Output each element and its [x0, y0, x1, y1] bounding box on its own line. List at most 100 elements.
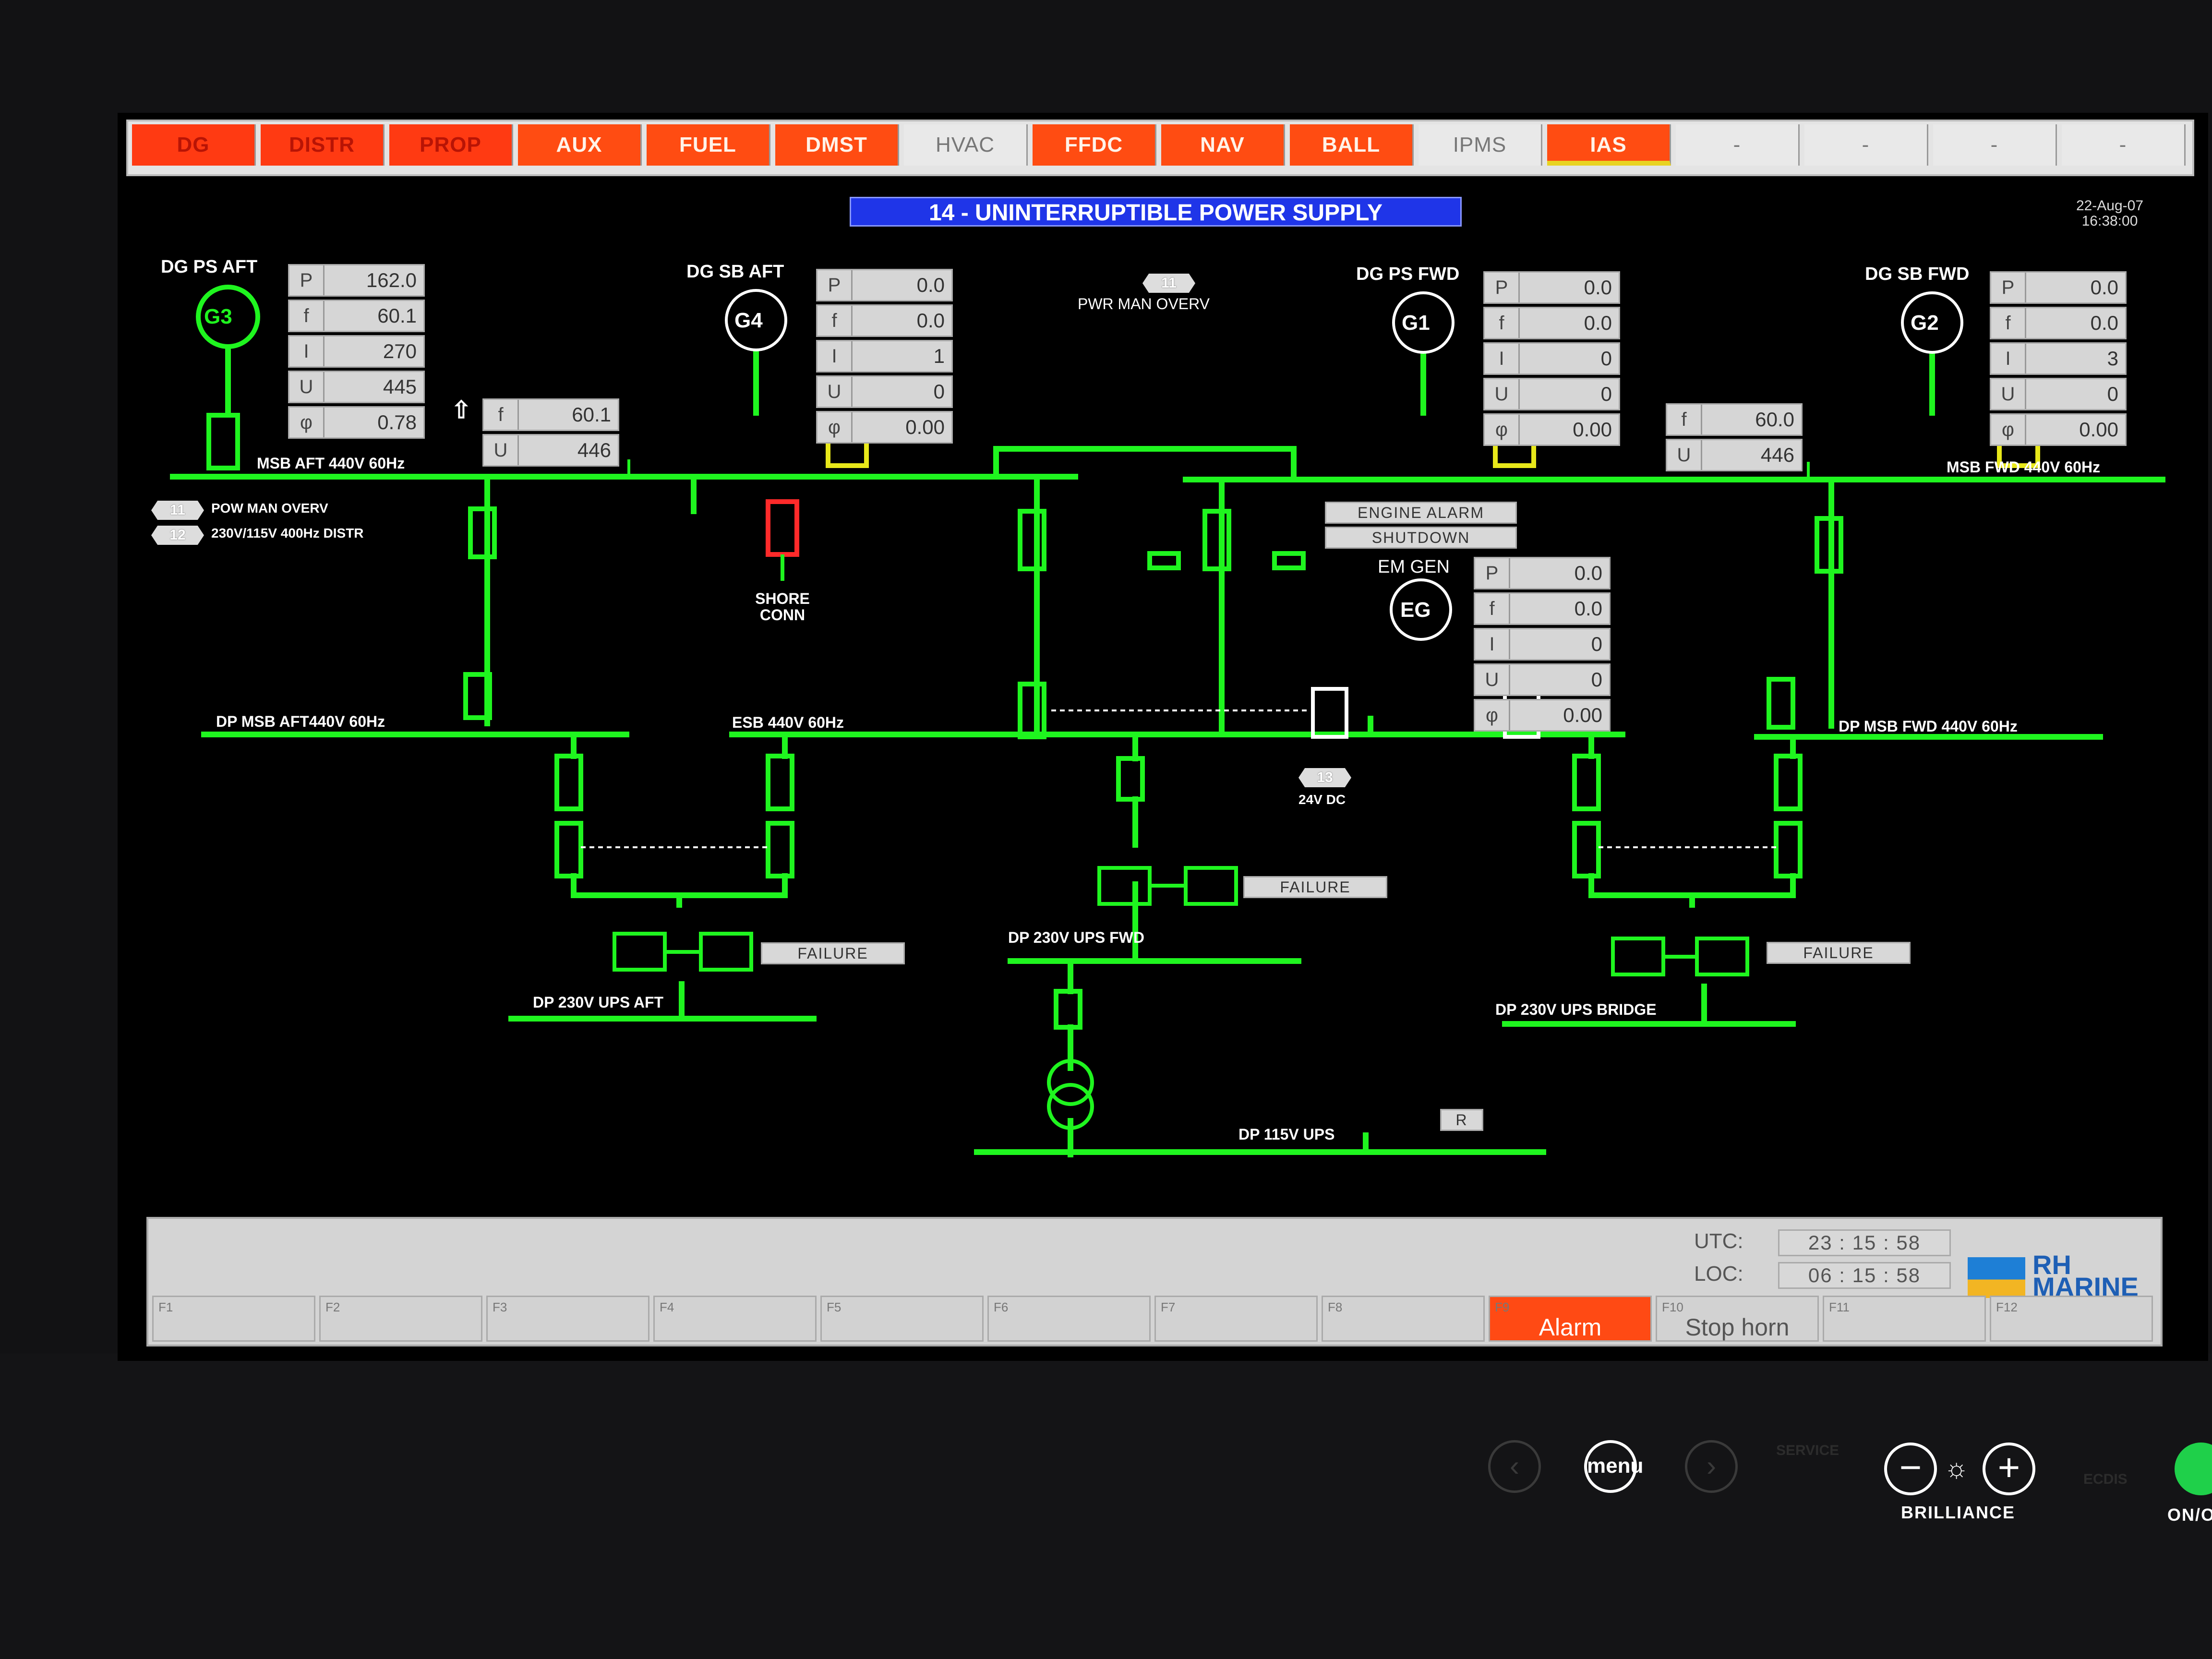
g4-symbol-label[interactable]: G4	[734, 309, 763, 333]
loc-clock: 06 : 15 : 58	[1778, 1262, 1951, 1289]
fkey-number: F4	[660, 1300, 674, 1314]
fkey-f11[interactable]: F11	[1823, 1296, 1986, 1342]
meter-key: f	[289, 301, 325, 331]
meter-key: I	[1991, 344, 2026, 373]
fkey-f4[interactable]: F4	[653, 1296, 817, 1342]
fkey-number: F12	[1996, 1300, 2018, 1314]
fkey-f1[interactable]: F1	[152, 1296, 315, 1342]
g2-symbol-label[interactable]: G2	[1911, 311, 1939, 335]
meter-key: f	[817, 306, 853, 336]
g3-symbol-label[interactable]: G3	[204, 305, 232, 329]
converter-bridge	[1695, 937, 1749, 976]
fkey-f12[interactable]: F12	[1990, 1296, 2153, 1342]
prev-hardware-icon[interactable]: ‹	[1488, 1440, 1541, 1493]
brilliance-plus-button[interactable]: +	[1983, 1443, 2035, 1495]
arrow-up-icon[interactable]: ⇧	[451, 396, 471, 424]
utc-clock: 23 : 15 : 58	[1778, 1229, 1951, 1256]
eg-symbol-label[interactable]: EG	[1400, 598, 1431, 622]
brilliance-minus-button[interactable]: −	[1884, 1443, 1937, 1495]
utc-label: UTC:	[1694, 1229, 1743, 1253]
fkey-number: F11	[1829, 1300, 1850, 1314]
link-11-top-label[interactable]: PWR MAN OVERV	[1078, 295, 1210, 313]
engine-alarm-button[interactable]: ENGINE ALARM	[1325, 502, 1517, 524]
fkey-f10[interactable]: F10 Stop horn	[1656, 1296, 1819, 1342]
meter-row-U: U 446	[1666, 439, 1803, 471]
meter-row-phi: φ 0.00	[816, 411, 953, 444]
g1-symbol-label[interactable]: G1	[1402, 311, 1430, 335]
meter-value-f: 60.1	[572, 403, 611, 426]
shutdown-button[interactable]: SHUTDOWN	[1325, 527, 1517, 549]
meter-value-phi: 0.00	[1573, 418, 1612, 441]
link-11-left-label[interactable]: POW MAN OVERV	[211, 501, 328, 516]
converter-aft	[699, 932, 753, 972]
battery-aft	[613, 932, 667, 972]
bus-aft-meter-panel: f 60.1 U 446	[482, 398, 619, 469]
meter-value-U: 0	[933, 380, 945, 403]
link-11-top[interactable]: 11	[1142, 274, 1195, 293]
meter-value-P: 162.0	[366, 269, 417, 291]
dp-115v-label: DP 115V UPS	[1238, 1126, 1335, 1143]
meter-row-f: f 60.0	[1666, 403, 1803, 436]
breaker-esb-tie	[1311, 687, 1348, 739]
meter-value-U: 446	[577, 439, 611, 461]
meter-key: I	[817, 341, 853, 371]
fkey-number: F6	[994, 1300, 1009, 1314]
fkey-label: Alarm	[1539, 1314, 1602, 1341]
meter-value-f: 60.0	[1755, 408, 1794, 431]
fkey-f5[interactable]: F5	[820, 1296, 984, 1342]
g1-meter-panel: P 0.0 f 0.0 I 0 U 0 φ 0.00	[1483, 271, 1620, 449]
g4-name: DG SB AFT	[686, 262, 784, 282]
meter-row-U: U0	[1483, 378, 1620, 410]
meter-value-P: 0.0	[2090, 276, 2118, 299]
g3-meter-panel: P 162.0 f 60.1 I 270 U 445 φ 0.78	[288, 264, 425, 442]
function-key-bar: UTC: 23 : 15 : 58 LOC: 06 : 15 : 58 RH M…	[146, 1217, 2163, 1346]
link-13[interactable]: 13	[1298, 768, 1351, 787]
fkey-f7[interactable]: F7	[1154, 1296, 1318, 1342]
meter-row-phi: φ 0.00	[1483, 413, 1620, 446]
ups-fwd-failure-indicator: FAILURE	[1243, 876, 1387, 898]
meter-key: P	[1475, 558, 1510, 588]
fkey-f8[interactable]: F8	[1322, 1296, 1485, 1342]
reset-button[interactable]: R	[1440, 1109, 1483, 1131]
fkey-number: F2	[325, 1300, 340, 1314]
next-hardware-icon[interactable]: ›	[1685, 1440, 1738, 1493]
breaker-g3	[206, 413, 240, 470]
fkey-f3[interactable]: F3	[486, 1296, 649, 1342]
fkey-f9[interactable]: F9 Alarm	[1489, 1296, 1652, 1342]
meter-value-phi: 0.00	[905, 416, 945, 438]
link-11-left[interactable]: 11	[151, 501, 204, 520]
meter-row-I: I3	[1990, 342, 2127, 375]
ups-bridge-label: DP 230V UPS BRIDGE	[1495, 1001, 1657, 1018]
meter-key: U	[484, 435, 519, 465]
meter-key: f	[1991, 308, 2026, 338]
meter-value-I: 0	[1591, 633, 1602, 655]
ecdis-label: ECDIS	[2083, 1471, 2128, 1487]
g4-meter-panel: P 0.0 f 0.0 I 1 U 0 φ 0.00	[816, 269, 953, 446]
logo-line2: MARINE	[2032, 1272, 2139, 1302]
meter-row-U: U 445	[288, 371, 425, 403]
meter-row-U: U0	[1474, 663, 1611, 696]
meter-value-f: 0.0	[916, 309, 945, 332]
link-12-left-label[interactable]: 230V/115V 400Hz DISTR	[211, 526, 364, 541]
service-label: SERVICE	[1776, 1443, 1839, 1458]
brilliance-sun-icon: ☼	[1944, 1453, 1969, 1483]
shore-conn-label: SHORE CONN	[749, 590, 816, 623]
g1-name: DG PS FWD	[1356, 264, 1460, 284]
fkey-number: F7	[1161, 1300, 1176, 1314]
menu-button[interactable]: menu	[1584, 1440, 1643, 1493]
dp-msb-fwd-label: DP MSB FWD 440V 60Hz	[1839, 718, 2018, 735]
esb-label: ESB 440V 60Hz	[732, 714, 844, 731]
fkey-f6[interactable]: F6	[987, 1296, 1151, 1342]
fkey-f2[interactable]: F2	[319, 1296, 482, 1342]
meter-row-I: I1	[816, 340, 953, 373]
meter-row-P: P 0.0	[1483, 271, 1620, 304]
link-13-label[interactable]: 24V DC	[1298, 792, 1346, 807]
shore-line2: CONN	[759, 606, 805, 624]
loc-label: LOC:	[1694, 1262, 1743, 1286]
link-12-left[interactable]: 12	[151, 526, 204, 545]
meter-row-I: I0	[1483, 342, 1620, 375]
meter-key: f	[1667, 405, 1702, 434]
msb-aft-label: MSB AFT 440V 60Hz	[257, 455, 405, 472]
meter-key: U	[1475, 665, 1510, 695]
meter-key: I	[1485, 344, 1520, 373]
